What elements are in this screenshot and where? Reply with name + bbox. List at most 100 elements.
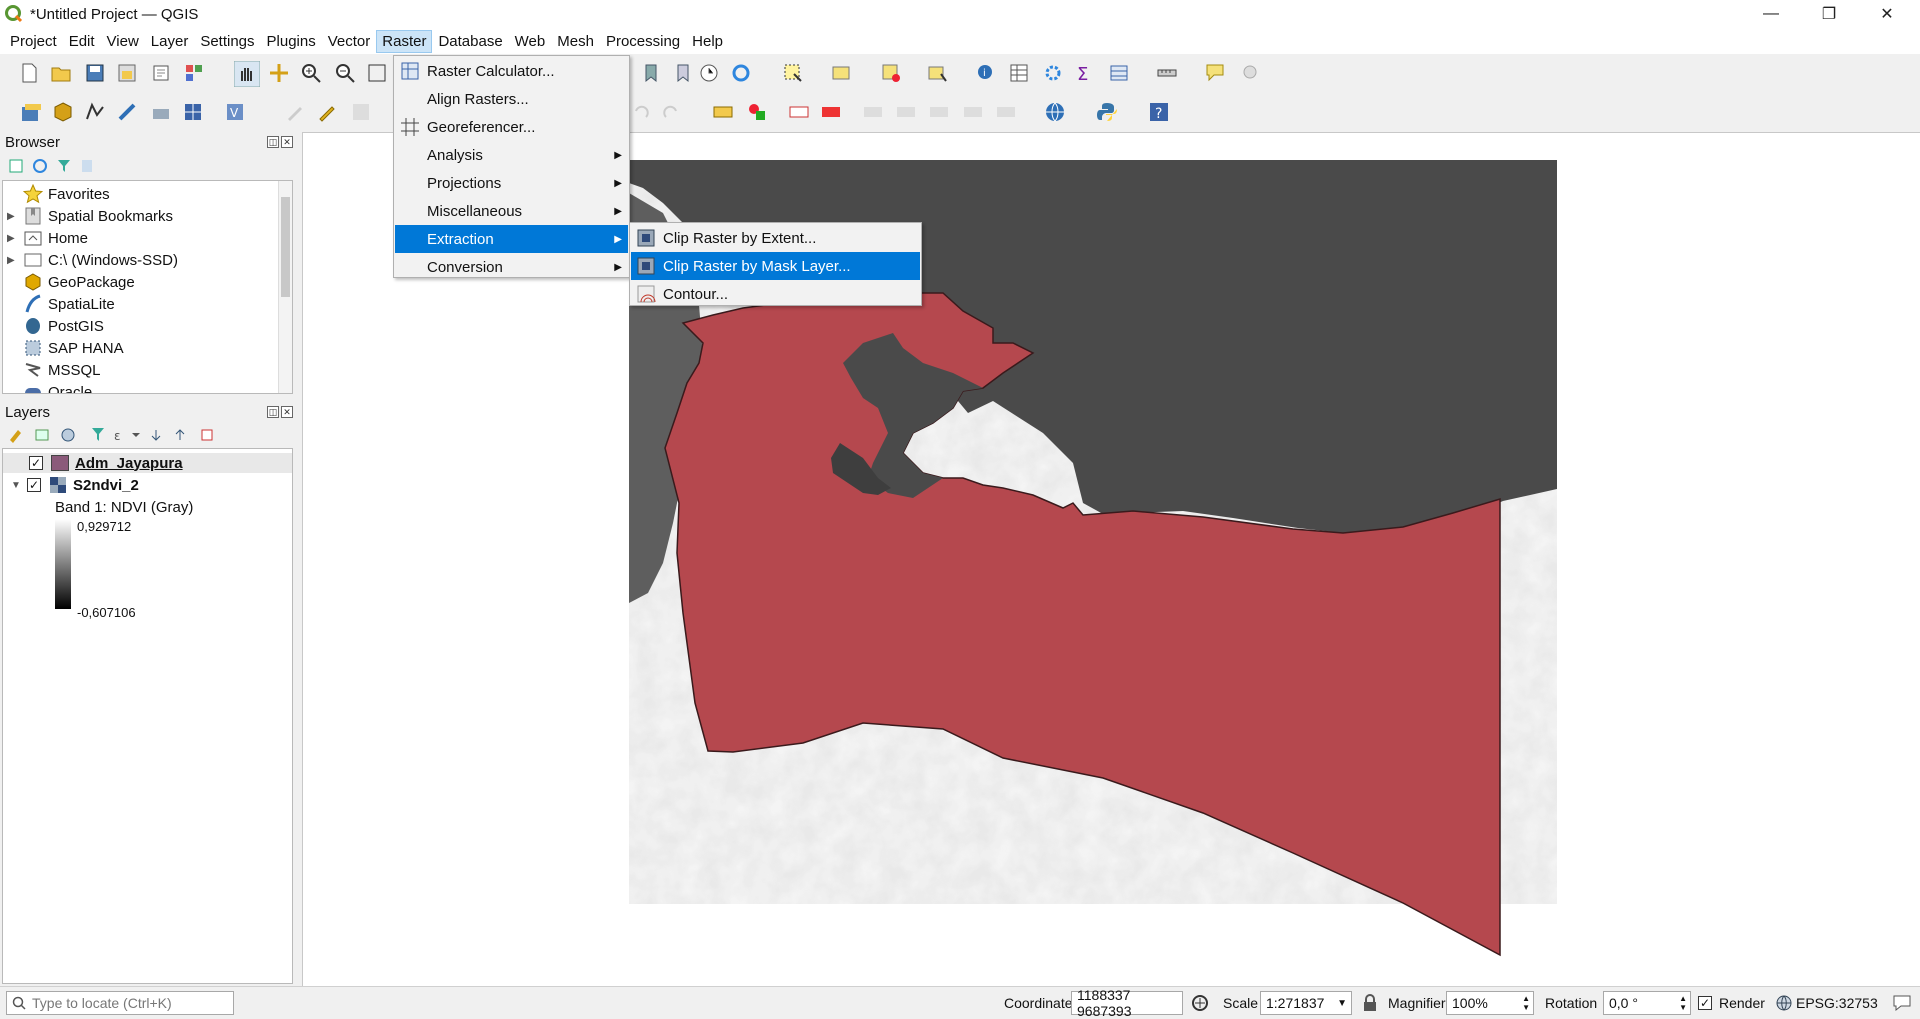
- crs-label[interactable]: EPSG:32753: [1796, 995, 1878, 1011]
- label-toolbar-icon[interactable]: [712, 101, 734, 123]
- new-geopackage-icon[interactable]: [52, 101, 74, 123]
- browser-item-spatialite[interactable]: SpatiaLite: [7, 293, 115, 315]
- add-virtual-layer-icon[interactable]: V: [224, 101, 246, 123]
- layer-s2ndvi-2[interactable]: ▼ ✓ S2ndvi_2: [11, 474, 139, 496]
- menu-item-extraction[interactable]: Extraction ▶: [395, 225, 628, 253]
- collapse-arrow-icon[interactable]: ▼: [11, 480, 21, 491]
- menu-item-miscellaneous[interactable]: Miscellaneous ▶: [395, 197, 628, 225]
- browser-item-oracle[interactable]: Oracle: [7, 381, 92, 393]
- pan-map-icon[interactable]: [234, 61, 260, 87]
- new-temporary-layer-icon[interactable]: [182, 101, 204, 123]
- zoom-in-icon[interactable]: [300, 62, 322, 84]
- locator-icon[interactable]: [1240, 62, 1262, 84]
- menu-mesh[interactable]: Mesh: [551, 30, 600, 53]
- processing-toolbox-icon[interactable]: [1042, 62, 1064, 84]
- show-bookmarks-icon[interactable]: [672, 62, 694, 84]
- select-location-icon[interactable]: [926, 62, 948, 84]
- browser-scrollbar[interactable]: [278, 181, 292, 393]
- select-features-icon[interactable]: [782, 62, 804, 84]
- data-source-manager-icon[interactable]: [20, 101, 42, 123]
- restore-button[interactable]: ❐: [1800, 0, 1858, 28]
- layers-toolbar-icons[interactable]: ε: [8, 426, 218, 444]
- menu-help[interactable]: Help: [686, 30, 729, 53]
- browser-item-sap-hana[interactable]: SAP HANA: [7, 337, 124, 359]
- open-project-icon[interactable]: [50, 62, 72, 84]
- browser-item-postgis[interactable]: PostGIS: [7, 315, 104, 337]
- menu-item-clip-raster-by-extent[interactable]: Clip Raster by Extent...: [631, 224, 920, 252]
- menu-view[interactable]: View: [101, 30, 145, 53]
- menu-item-clip-raster-by-mask-layer[interactable]: Clip Raster by Mask Layer...: [631, 252, 920, 280]
- new-spatialite-icon[interactable]: [116, 101, 138, 123]
- menu-item-georeferencer[interactable]: Georeferencer...: [395, 113, 628, 141]
- pan-to-selection-icon[interactable]: [268, 62, 290, 84]
- scale-combo[interactable]: 1:271837 ▼: [1260, 991, 1352, 1015]
- menu-item-conversion[interactable]: Conversion ▶: [395, 253, 628, 281]
- measure-line-icon[interactable]: [1156, 62, 1178, 84]
- messages-icon[interactable]: [1892, 994, 1912, 1012]
- layer-visibility-checkbox[interactable]: ✓: [29, 456, 43, 470]
- menu-settings[interactable]: Settings: [194, 30, 260, 53]
- new-project-icon[interactable]: [18, 62, 40, 84]
- toggle-editing-icon[interactable]: [316, 101, 338, 123]
- save-as-icon[interactable]: [116, 62, 138, 84]
- menu-plugins[interactable]: Plugins: [261, 30, 322, 53]
- menu-item-projections[interactable]: Projections ▶: [395, 169, 628, 197]
- render-checkbox[interactable]: ✓: [1698, 996, 1712, 1010]
- menu-item-analysis[interactable]: Analysis ▶: [395, 141, 628, 169]
- quickmapservices-globe-icon[interactable]: [1044, 101, 1066, 123]
- browser-item-home[interactable]: ▶ Home: [7, 227, 88, 249]
- menu-database[interactable]: Database: [432, 30, 508, 53]
- menu-edit[interactable]: Edit: [63, 30, 101, 53]
- toggle-extents-icon[interactable]: [1191, 994, 1209, 1012]
- statistics-sigma-icon[interactable]: Σ: [1074, 62, 1096, 84]
- refresh-icon[interactable]: [730, 62, 752, 84]
- save-project-icon[interactable]: [84, 62, 106, 84]
- expand-arrow-icon[interactable]: ▶: [7, 255, 17, 266]
- help-contents-icon[interactable]: ?: [1148, 101, 1170, 123]
- browser-item-spatial-bookmarks[interactable]: ▶ Spatial Bookmarks: [7, 205, 173, 227]
- rotation-spinbox[interactable]: 0,0 ° ▲ ▼: [1603, 991, 1691, 1015]
- crs-globe-icon[interactable]: [1776, 995, 1792, 1011]
- menu-processing[interactable]: Processing: [600, 30, 686, 53]
- pin-label-icon[interactable]: [820, 101, 842, 123]
- diagram-options-icon[interactable]: [746, 101, 768, 123]
- browser-item-c-drive[interactable]: ▶ C:\ (Windows-SSD): [7, 249, 178, 271]
- open-table-icon[interactable]: [1108, 62, 1130, 84]
- browser-item-favorites[interactable]: Favorites: [7, 183, 110, 205]
- close-panel-button[interactable]: ✕: [281, 136, 293, 148]
- menu-project[interactable]: Project: [4, 30, 63, 53]
- zoom-full-icon[interactable]: [366, 62, 388, 84]
- browser-item-geopackage[interactable]: GeoPackage: [7, 271, 135, 293]
- map-tips-icon[interactable]: [1204, 62, 1226, 84]
- close-button[interactable]: ✕: [1858, 0, 1916, 28]
- float-panel-button[interactable]: ◫: [267, 406, 279, 418]
- print-layout-icon[interactable]: [150, 62, 172, 84]
- close-panel-button[interactable]: ✕: [281, 406, 293, 418]
- menu-item-contour[interactable]: Contour...: [631, 280, 920, 308]
- expand-arrow-icon[interactable]: ▶: [7, 233, 17, 244]
- style-manager-icon[interactable]: [183, 62, 205, 84]
- lock-scale-icon[interactable]: [1362, 994, 1378, 1012]
- select-value-icon[interactable]: [830, 62, 852, 84]
- menu-web[interactable]: Web: [509, 30, 552, 53]
- menu-layer[interactable]: Layer: [145, 30, 195, 53]
- python-console-icon[interactable]: [1096, 101, 1118, 123]
- attribute-table-icon[interactable]: [1008, 62, 1030, 84]
- menu-raster[interactable]: Raster: [376, 29, 433, 53]
- identify-icon[interactable]: i: [975, 62, 997, 84]
- expand-arrow-icon[interactable]: ▶: [7, 211, 17, 222]
- minimize-button[interactable]: —: [1742, 0, 1800, 28]
- temporal-controller-icon[interactable]: [698, 62, 720, 84]
- new-virtual-layer-icon[interactable]: [150, 101, 172, 123]
- layer-adm-jayapura[interactable]: ✓ Adm_Jayapura: [29, 452, 183, 474]
- float-panel-button[interactable]: ◫: [267, 136, 279, 148]
- browser-toolbar-icons[interactable]: [8, 158, 118, 176]
- layer-visibility-checkbox[interactable]: ✓: [27, 478, 41, 492]
- menu-vector[interactable]: Vector: [322, 30, 377, 53]
- browser-item-mssql[interactable]: MSSQL: [7, 359, 101, 381]
- locator-search-input[interactable]: Type to locate (Ctrl+K): [6, 991, 234, 1015]
- deselect-icon[interactable]: [880, 62, 902, 84]
- new-bookmark-icon[interactable]: [640, 62, 662, 84]
- menu-item-raster-calculator[interactable]: Raster Calculator...: [395, 57, 628, 85]
- zoom-out-icon[interactable]: [334, 62, 356, 84]
